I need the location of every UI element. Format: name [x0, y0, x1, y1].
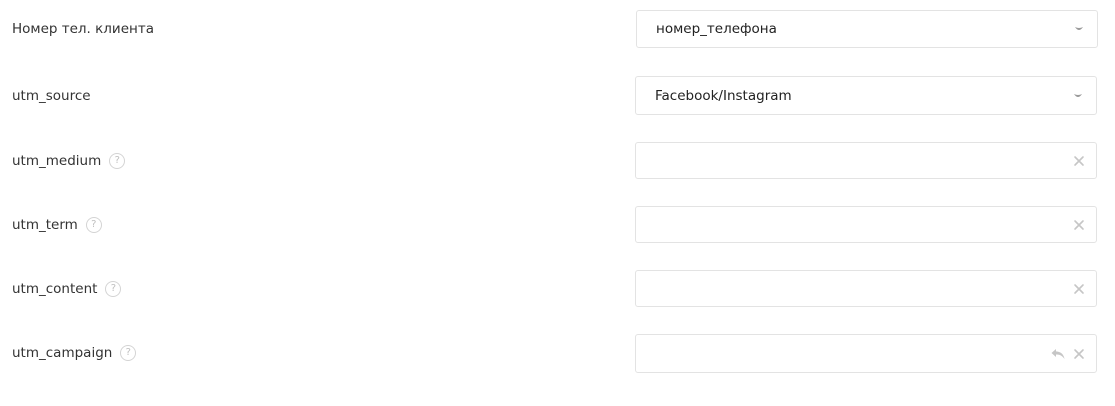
help-icon[interactable]: ?: [109, 153, 126, 169]
select-value: Facebook/Instagram: [655, 87, 792, 104]
field-label: Номер тел. клиента: [12, 21, 154, 37]
help-icon[interactable]: ?: [105, 281, 122, 297]
help-icon[interactable]: ?: [120, 345, 137, 361]
utm-campaign-input[interactable]: [635, 334, 1097, 373]
field-label: utm_content ?: [12, 281, 122, 297]
client-phone-select[interactable]: номер_телефона: [636, 10, 1098, 48]
select-value: номер_телефона: [656, 21, 777, 37]
undo-icon[interactable]: [1051, 348, 1065, 360]
utm-source-select[interactable]: Facebook/Instagram: [635, 76, 1097, 115]
field-label-text: utm_term: [12, 217, 78, 233]
utm-content-input[interactable]: [635, 270, 1097, 307]
field-label-text: utm_medium: [12, 153, 102, 169]
close-icon[interactable]: [1073, 155, 1085, 167]
utm-medium-input[interactable]: [635, 142, 1097, 179]
utm-term-input[interactable]: [635, 206, 1097, 243]
field-label-text: utm_source: [12, 88, 91, 104]
close-icon[interactable]: [1073, 348, 1085, 360]
field-label: utm_campaign ?: [12, 345, 137, 361]
field-label: utm_term ?: [12, 217, 102, 233]
field-label-text: utm_campaign: [12, 345, 113, 361]
field-label: utm_source: [12, 88, 91, 104]
help-icon[interactable]: ?: [85, 217, 102, 233]
close-icon[interactable]: [1073, 219, 1085, 231]
field-label-text: utm_content: [12, 281, 98, 297]
close-icon[interactable]: [1073, 283, 1085, 295]
field-label-text: Номер тел. клиента: [12, 21, 154, 37]
field-label: utm_medium ?: [12, 153, 126, 169]
